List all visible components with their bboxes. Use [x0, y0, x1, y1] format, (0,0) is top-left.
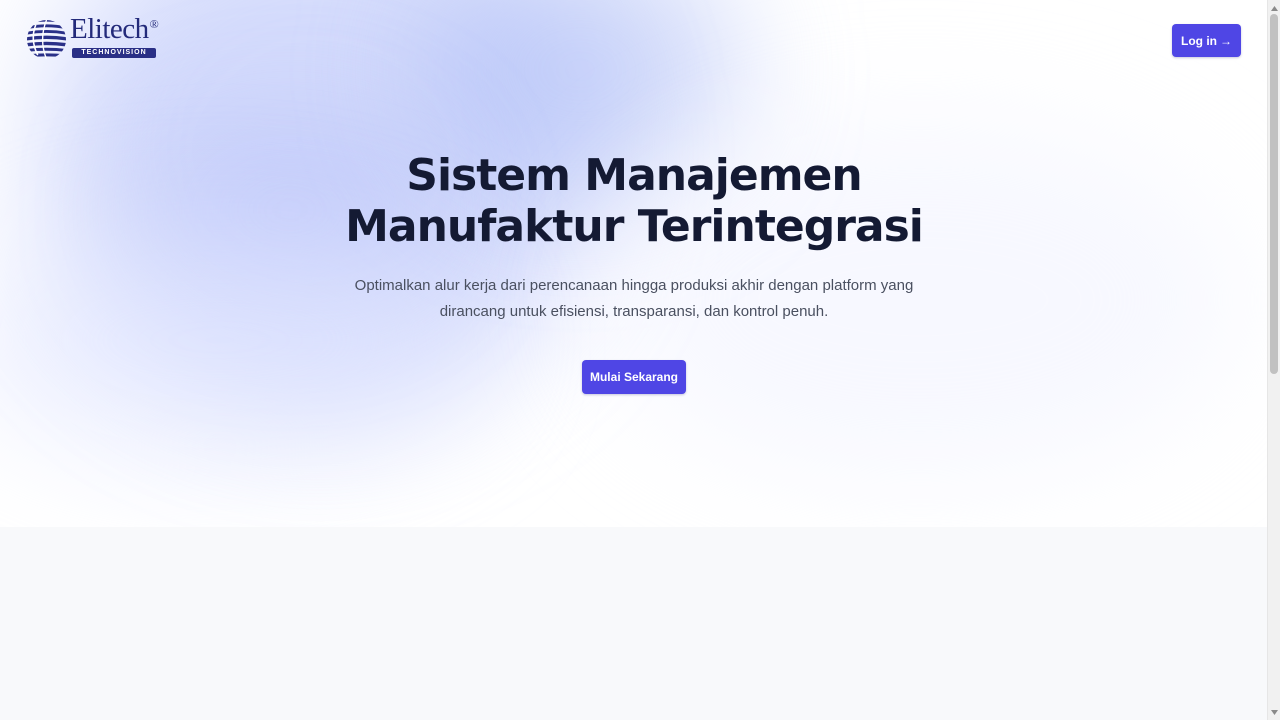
brand-name: Elitech	[70, 13, 149, 45]
get-started-button[interactable]: Mulai Sekarang	[582, 360, 686, 394]
hero-subtitle-line-1: Optimalkan alur kerja dari perencanaan h…	[354, 277, 914, 294]
scroll-up-arrow-icon[interactable]	[1268, 2, 1280, 14]
login-button-label: Log in	[1181, 33, 1217, 48]
hero-title-line-2: Manufaktur Terintegrasi	[345, 201, 924, 252]
hero-subtitle: Optimalkan alur kerja dari perencanaan h…	[334, 273, 934, 325]
brand-tagline: TECHNOVISION	[72, 48, 156, 58]
next-section	[0, 527, 1267, 720]
brand-wordmark: Elitech®	[70, 13, 159, 45]
striped-globe-icon	[26, 19, 67, 60]
hero-title-line-1: Sistem Manajemen	[406, 150, 862, 201]
scroll-down-arrow-icon[interactable]	[1268, 706, 1280, 718]
hero-subtitle-line-2: dirancang untuk efisiensi, transparansi,…	[439, 303, 829, 320]
hero-title: Sistem Manajemen Manufaktur Terintegrasi	[254, 150, 1014, 252]
hero-section: Elitech® TECHNOVISION Log in → Sistem Ma…	[0, 0, 1267, 527]
browser-viewport: Elitech® TECHNOVISION Log in → Sistem Ma…	[0, 0, 1280, 720]
landing-page: Elitech® TECHNOVISION Log in → Sistem Ma…	[0, 0, 1267, 720]
vertical-scrollbar[interactable]	[1267, 0, 1280, 720]
arrow-right-icon: →	[1220, 33, 1232, 48]
registered-mark: ®	[149, 17, 159, 31]
login-button[interactable]: Log in →	[1172, 24, 1241, 57]
scrollbar-thumb[interactable]	[1270, 14, 1278, 374]
brand-logo[interactable]: Elitech® TECHNOVISION	[26, 13, 166, 62]
